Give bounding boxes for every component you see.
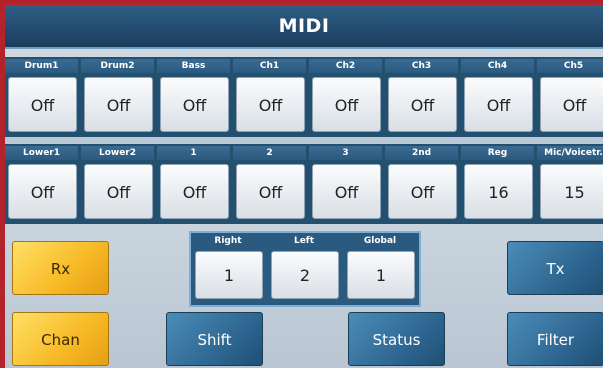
channel-value-button[interactable]: Off <box>388 77 457 132</box>
cell-lower1: Lower1 Off <box>5 144 80 224</box>
channel-label: Mic/Voicetr. <box>537 146 603 160</box>
channel-label: 3 <box>309 146 382 160</box>
split-label: Global <box>363 236 397 246</box>
split-right: Right 1 <box>191 233 267 305</box>
channel-value-button[interactable]: Off <box>84 77 153 132</box>
channel-value-button[interactable]: Off <box>464 77 533 132</box>
channel-label: 2 <box>233 146 306 160</box>
cell-upper-3: 3 Off <box>309 144 384 224</box>
channel-label: Lower2 <box>81 146 154 160</box>
channel-label: 2nd <box>385 146 458 160</box>
cell-upper-1: 1 Off <box>157 144 232 224</box>
channel-label: Ch2 <box>309 59 382 73</box>
split-value-button[interactable]: 1 <box>195 251 263 299</box>
channel-row-1: Drum1 Off Drum2 Off Bass Off Ch1 Off Ch2… <box>5 57 603 137</box>
midi-screen: MIDI Drum1 Off Drum2 Off Bass Off Ch1 Of… <box>5 5 603 368</box>
channel-label: Reg <box>461 146 534 160</box>
tx-button[interactable]: Tx <box>507 241 603 295</box>
title-bar: MIDI <box>5 5 603 49</box>
cell-bass: Bass Off <box>157 57 232 137</box>
rx-button[interactable]: Rx <box>12 241 109 295</box>
cell-ch1: Ch1 Off <box>233 57 308 137</box>
channel-label: Ch4 <box>461 59 534 73</box>
channel-value-button[interactable]: Off <box>84 164 153 219</box>
chan-button[interactable]: Chan <box>12 312 109 366</box>
cell-2nd: 2nd Off <box>385 144 460 224</box>
split-label: Left <box>293 236 315 246</box>
lower-controls: Rx Right 1 Left 2 Global 1 Tx Chan Shift… <box>5 224 603 368</box>
cell-reg: Reg 16 <box>461 144 536 224</box>
cell-lower2: Lower2 Off <box>81 144 156 224</box>
channel-label: Ch1 <box>233 59 306 73</box>
channel-value-button[interactable]: Off <box>160 77 229 132</box>
channel-label: Lower1 <box>5 146 78 160</box>
channel-label: 1 <box>157 146 230 160</box>
channel-value-button[interactable]: 15 <box>540 164 603 219</box>
channel-value-button[interactable]: Off <box>8 164 77 219</box>
channel-value-button[interactable]: Off <box>388 164 457 219</box>
channel-value-button[interactable]: Off <box>312 77 381 132</box>
cell-drum1: Drum1 Off <box>5 57 80 137</box>
channel-value-button[interactable]: Off <box>160 164 229 219</box>
shift-button[interactable]: Shift <box>166 312 263 366</box>
split-channel-box: Right 1 Left 2 Global 1 <box>189 231 421 307</box>
cell-ch3: Ch3 Off <box>385 57 460 137</box>
page-title: MIDI <box>278 15 330 37</box>
status-button[interactable]: Status <box>348 312 445 366</box>
channel-row-2: Lower1 Off Lower2 Off 1 Off 2 Off 3 Off … <box>5 144 603 224</box>
split-value-button[interactable]: 1 <box>347 251 415 299</box>
split-label: Right <box>214 236 242 246</box>
split-global: Global 1 <box>343 233 419 305</box>
split-left: Left 2 <box>267 233 343 305</box>
channel-value-button[interactable]: Off <box>236 77 305 132</box>
cell-ch5: Ch5 Off <box>537 57 603 137</box>
channel-value-button[interactable]: Off <box>8 77 77 132</box>
filter-button[interactable]: Filter <box>507 312 603 366</box>
channel-value-button[interactable]: Off <box>236 164 305 219</box>
cell-ch2: Ch2 Off <box>309 57 384 137</box>
channel-label: Drum2 <box>81 59 154 73</box>
cell-mic-voicetr: Mic/Voicetr. 15 <box>537 144 603 224</box>
split-value-button[interactable]: 2 <box>271 251 339 299</box>
channel-label: Ch5 <box>537 59 603 73</box>
cell-upper-2: 2 Off <box>233 144 308 224</box>
channel-value-button[interactable]: Off <box>540 77 603 132</box>
cell-ch4: Ch4 Off <box>461 57 536 137</box>
channel-label: Ch3 <box>385 59 458 73</box>
channel-value-button[interactable]: 16 <box>464 164 533 219</box>
channel-value-button[interactable]: Off <box>312 164 381 219</box>
row-divider <box>5 137 603 144</box>
channel-label: Drum1 <box>5 59 78 73</box>
cell-drum2: Drum2 Off <box>81 57 156 137</box>
channel-label: Bass <box>157 59 230 73</box>
